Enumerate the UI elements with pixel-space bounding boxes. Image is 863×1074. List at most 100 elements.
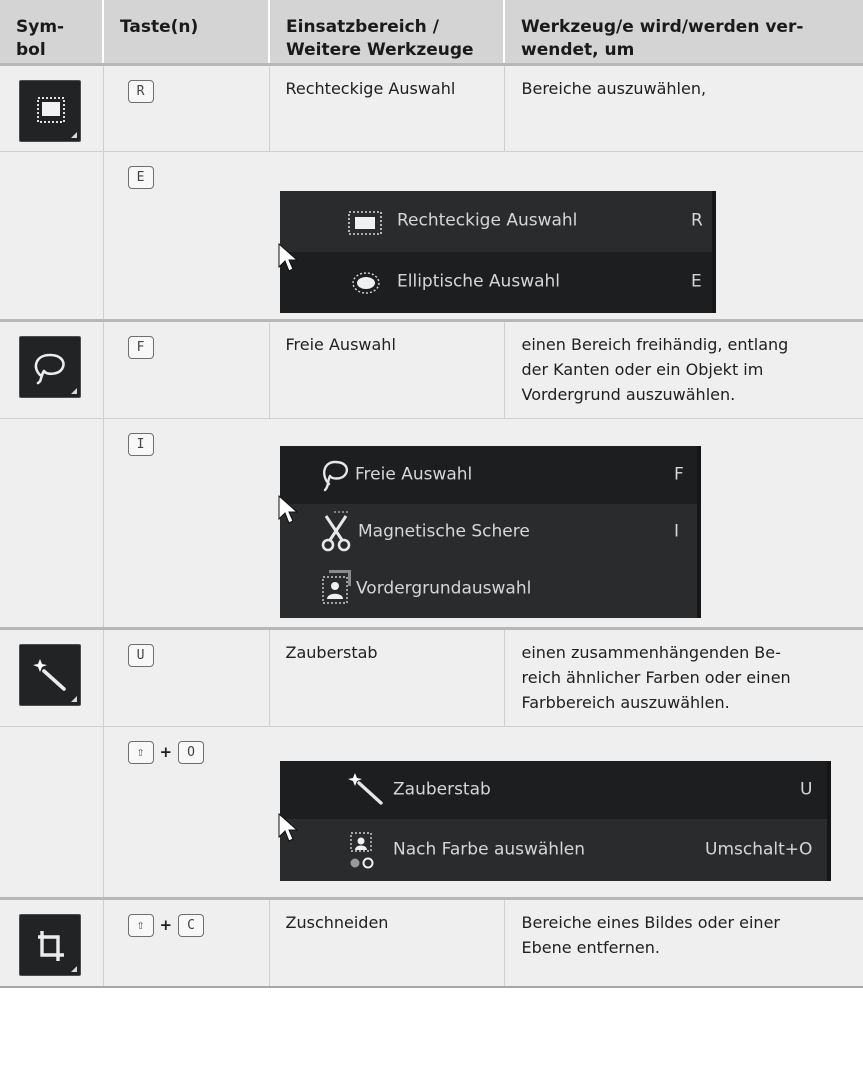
menu-item-label: Rechteckige Auswahl: [397, 210, 578, 231]
header-purpose-line-2: wendet, um: [521, 40, 635, 60]
key-cap: F: [127, 335, 154, 359]
symbol-cell: [0, 896, 103, 988]
header-purpose: Werkzeug/e wird/werden ver- wendet, um: [503, 0, 863, 64]
key-plus: +: [159, 915, 173, 934]
keys-cell: F: [102, 318, 269, 418]
tool-name: Zuschneiden: [285, 912, 389, 932]
tool-name-cell: Zauberstab: [268, 626, 504, 726]
header-area-line-2: Weitere Werkzeuge: [286, 40, 474, 60]
symbol-cell: [0, 626, 103, 726]
tool-name: Zauberstab: [285, 642, 378, 662]
ellipse-select-icon: [352, 271, 380, 294]
keys-cell: ⇧ + O: [102, 725, 269, 898]
purpose-cell: Bereiche auszuwählen,: [503, 62, 863, 151]
magic-wand-icon: [348, 772, 383, 805]
tool-group-menu: Rechteckige Auswahl R Elliptische Auswah…: [278, 190, 716, 313]
menu-item-shortcut: Umschalt+O: [705, 839, 813, 859]
key-cap: E: [127, 165, 154, 189]
purpose-text: Bereiche auszuwählen,: [521, 78, 707, 98]
key-cap: C: [178, 913, 205, 937]
purpose-line: der Kanten oder ein Objekt im: [521, 359, 764, 379]
purpose-line: Bereiche eines Bildes oder einer: [521, 912, 781, 932]
tool-name-cell: Freie Auswahl: [268, 318, 504, 418]
foreground-select-icon: [322, 569, 351, 604]
mouse-cursor-icon: [278, 812, 299, 842]
menu-item-rect-select: Rechteckige Auswahl R: [280, 191, 712, 252]
symbol-cell-empty: [0, 725, 103, 898]
lasso-icon: [19, 335, 81, 398]
rect-select-icon: [19, 79, 81, 142]
purpose-line: einen Bereich freihändig, entlang: [521, 334, 789, 354]
mouse-cursor-icon: [278, 494, 299, 524]
purpose-line: Vordergrund auszuwählen.: [521, 384, 736, 404]
tool-name: Freie Auswahl: [285, 334, 396, 354]
symbol-cell: [0, 62, 103, 151]
menu-item-foreground-select: Vordergrundauswahl: [280, 561, 697, 618]
key-cap: U: [127, 643, 154, 667]
table-row: ⇧ + C Zuschneiden Bereiche eines Bildes od…: [0, 896, 863, 988]
header-row: Sym- bol Taste(n) Einsatzbereich / Weite…: [0, 0, 863, 64]
tool-group-menu: Freie Auswahl F Magnetische Schere I Vor…: [278, 445, 701, 618]
tool-reference-table: Sym- bol Taste(n) Einsatzbereich / Weite…: [0, 0, 863, 988]
table-row: ⇧ + O Zauberstab U Nach Farbe auswählen …: [0, 725, 863, 898]
purpose-cell: einen zusammenhängenden Be- reich ähnlic…: [503, 626, 863, 726]
key-cap: ⇧: [127, 740, 154, 764]
menu-item-free-select: Freie Auswahl F: [280, 445, 697, 504]
menu-item-shortcut: R: [691, 210, 703, 231]
tool-group-menu: Zauberstab U Nach Farbe auswählen Umscha…: [278, 760, 831, 881]
magic-wand-icon: [19, 643, 81, 706]
table-row: R Rechteckige Auswahl Bereiche auszuwähl…: [0, 62, 863, 151]
purpose-line: einen zusammenhängenden Be-: [521, 642, 781, 662]
key-cap: ⇧: [127, 913, 154, 937]
purpose-line: Farbbereich auszuwählen.: [521, 692, 730, 712]
crop-icon: [19, 913, 81, 976]
table-row: F Freie Auswahl einen Bereich freihändig…: [0, 318, 863, 418]
key-cap: R: [127, 79, 154, 103]
purpose-line: Ebene entfernen.: [521, 937, 660, 957]
menu-item-label: Magnetische Schere: [358, 521, 530, 542]
menu-item-label: Elliptische Auswahl: [397, 271, 561, 292]
menu-screenshot-cell: Freie Auswahl F Magnetische Schere I Vor…: [269, 417, 863, 628]
keys-cell: E: [102, 150, 269, 320]
menu-item-shortcut: I: [674, 521, 680, 542]
header-keys: Taste(n): [102, 0, 269, 64]
menu-item-magnetic-scissors: Magnetische Schere I: [280, 504, 697, 561]
tool-name-cell: Zuschneiden: [268, 896, 504, 988]
menu-screenshot-cell: Zauberstab U Nach Farbe auswählen Umscha…: [269, 725, 863, 898]
menu-item-shortcut: F: [674, 464, 684, 484]
keys-cell: I: [102, 417, 269, 628]
key-cap: O: [178, 740, 205, 764]
table-row: E Rechteckige Auswahl R Elliptische Ausw…: [0, 150, 863, 320]
header-symbol-line-1: Sym-: [16, 17, 65, 37]
header-area: Einsatzbereich / Weitere Werkzeuge: [268, 0, 504, 64]
select-by-color-icon: [350, 831, 374, 868]
menu-item-shortcut: E: [691, 271, 702, 292]
lasso-icon: [323, 460, 349, 491]
header-symbol: Sym- bol: [0, 0, 103, 64]
key-plus: +: [159, 742, 173, 761]
symbol-cell-empty: [0, 150, 103, 320]
purpose-cell: einen Bereich freihändig, entlang der Ka…: [503, 318, 863, 418]
tool-name-cell: Rechteckige Auswahl: [268, 62, 504, 151]
header-area-line-1: Einsatzbereich /: [286, 17, 439, 37]
keys-cell: ⇧ + C: [102, 896, 269, 988]
symbol-cell-empty: [0, 417, 103, 628]
menu-item-label: Freie Auswahl: [355, 464, 473, 484]
keys-cell: R: [102, 62, 269, 151]
header-symbol-line-2: bol: [16, 40, 46, 60]
menu-item-label: Vordergrundauswahl: [356, 578, 532, 599]
purpose-cell: Bereiche eines Bildes oder einer Ebene e…: [503, 896, 863, 988]
menu-item-magic-wand: Zauberstab U: [280, 760, 827, 819]
menu-item-label: Zauberstab: [393, 779, 491, 799]
tool-name: Rechteckige Auswahl: [285, 78, 456, 98]
mouse-cursor-icon: [278, 242, 299, 272]
header-purpose-line-1: Werkzeug/e wird/werden ver-: [521, 17, 804, 37]
rect-select-icon: [348, 210, 382, 235]
purpose-line: reich ähnlicher Farben oder einen: [521, 667, 791, 687]
header-keys-line-1: Taste(n): [120, 17, 199, 37]
table-row: U Zauberstab einen zusammenhängenden Be-…: [0, 626, 863, 726]
menu-item-select-by-color: Nach Farbe auswählen Umschalt+O: [280, 819, 827, 881]
menu-item-ellipse-select: Elliptische Auswahl E: [280, 251, 712, 313]
menu-item-shortcut: U: [800, 779, 813, 799]
menu-screenshot-cell: Rechteckige Auswahl R Elliptische Auswah…: [269, 150, 863, 320]
